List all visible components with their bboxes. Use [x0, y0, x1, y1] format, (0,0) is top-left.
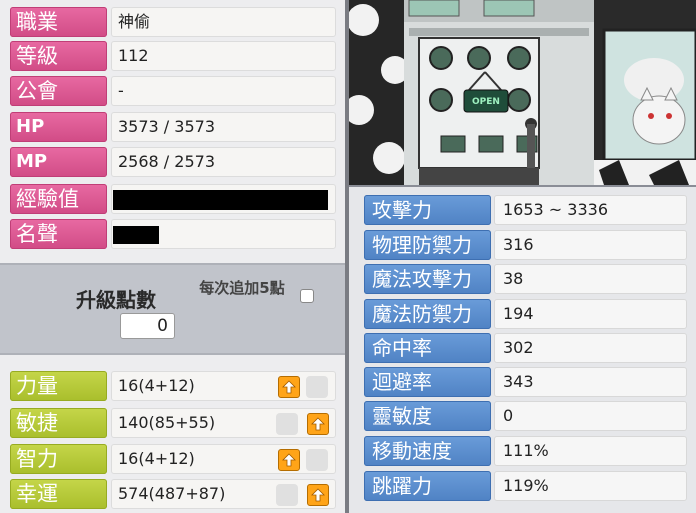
hp-label: HP: [10, 112, 107, 142]
jump-label: 跳躍力: [364, 471, 491, 501]
level-value: 112: [111, 41, 336, 71]
avoid-label: 迴避率: [364, 367, 491, 397]
luk-value: 574(487+87): [111, 479, 336, 509]
job-row: 職業 神偷: [10, 7, 336, 37]
combat-stats-panel: 攻擊力 1653 ~ 3336 物理防禦力 316 魔法攻擊力 38 魔法防禦力…: [349, 185, 696, 513]
magic-atk-label: 魔法攻擊力: [364, 264, 491, 294]
luk-slot: [276, 484, 298, 506]
str-slot: [306, 376, 328, 398]
stats-window: OPEN 攻擊力 1653 ~ 3336 物理防禦力 316 魔法攻擊力 38 …: [349, 0, 696, 513]
magic-def-label: 魔法防禦力: [364, 299, 491, 329]
magic-atk-value: 38: [494, 264, 687, 294]
mp-row: MP 2568 / 2573: [10, 147, 336, 177]
guild-label: 公會: [10, 76, 107, 106]
open-sign: OPEN: [472, 97, 500, 107]
fame-redaction: [113, 226, 159, 244]
fame-value: [111, 219, 336, 249]
int-row: 智力 16(4+12): [10, 444, 336, 474]
exp-redaction: [113, 190, 328, 210]
magic-def-value: 194: [494, 299, 687, 329]
luk-label: 幸運: [10, 479, 107, 509]
mp-value: 2568 / 2573: [111, 147, 336, 177]
int-label: 智力: [10, 444, 107, 474]
str-add-button[interactable]: [278, 376, 300, 398]
dex-add-button[interactable]: [307, 413, 329, 435]
dex-label: 敏捷: [10, 408, 107, 438]
str-label: 力量: [10, 371, 107, 401]
str-row: 力量 16(4+12): [10, 371, 336, 401]
shop-scene-illustration: [349, 0, 696, 185]
arrow-up-icon: [282, 380, 296, 394]
auto-assign-checkbox[interactable]: [300, 289, 314, 303]
int-slot: [306, 449, 328, 471]
fame-label: 名聲: [10, 219, 107, 249]
ability-points-value: 0: [120, 313, 175, 339]
attack-label: 攻擊力: [364, 195, 491, 225]
game-scene: OPEN: [349, 0, 696, 185]
hands-value: 0: [494, 401, 687, 431]
dex-row: 敏捷 140(85+55): [10, 408, 336, 438]
hp-value: 3573 / 3573: [111, 112, 336, 142]
speed-label: 移動速度: [364, 436, 491, 466]
ability-points-panel: 升級點數 0 每次追加5點: [0, 263, 345, 355]
exp-label: 經驗值: [10, 184, 107, 214]
exp-row: 經驗值: [10, 184, 336, 214]
arrow-up-icon: [311, 488, 325, 502]
exp-value: [111, 184, 336, 214]
accuracy-label: 命中率: [364, 333, 491, 363]
luk-add-button[interactable]: [307, 484, 329, 506]
job-value: 神偷: [111, 7, 336, 37]
auto-assign-label: 每次追加5點: [199, 279, 285, 297]
avoid-value: 343: [494, 367, 687, 397]
level-row: 等級 112: [10, 41, 336, 71]
hands-label: 靈敏度: [364, 401, 491, 431]
job-label: 職業: [10, 7, 107, 37]
guild-row: 公會 -: [10, 76, 336, 106]
phys-def-value: 316: [494, 230, 687, 260]
dex-value: 140(85+55): [111, 408, 336, 438]
arrow-up-icon: [282, 453, 296, 467]
ability-points-label: 升級點數: [76, 288, 156, 312]
dex-slot: [276, 413, 298, 435]
attack-value: 1653 ~ 3336: [494, 195, 687, 225]
character-info-panel: 職業 神偷 等級 112 公會 - HP 3573 / 3573 MP 2568…: [0, 0, 345, 513]
level-label: 等級: [10, 41, 107, 71]
luk-row: 幸運 574(487+87): [10, 479, 336, 509]
mp-label: MP: [10, 147, 107, 177]
guild-value: -: [111, 76, 336, 106]
speed-value: 111%: [494, 436, 687, 466]
str-value: 16(4+12): [111, 371, 336, 401]
accuracy-value: 302: [494, 333, 687, 363]
jump-value: 119%: [494, 471, 687, 501]
phys-def-label: 物理防禦力: [364, 230, 491, 260]
arrow-up-icon: [311, 417, 325, 431]
hp-row: HP 3573 / 3573: [10, 112, 336, 142]
int-value: 16(4+12): [111, 444, 336, 474]
int-add-button[interactable]: [278, 449, 300, 471]
fame-row: 名聲: [10, 219, 336, 249]
